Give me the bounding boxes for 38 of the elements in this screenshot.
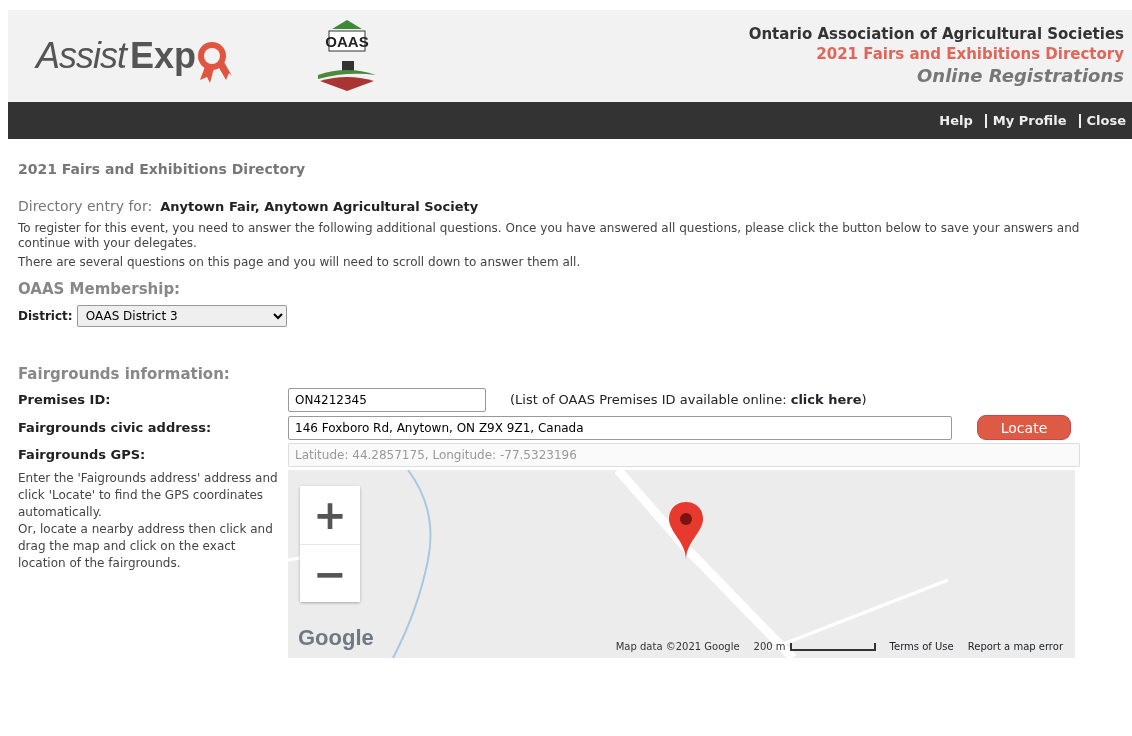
partner-logo: OAAS <box>312 17 383 95</box>
nav-link[interactable]: My Profile <box>992 110 1067 131</box>
zoom-out-button[interactable]: − <box>300 544 360 602</box>
subtitle: Online Registrations <box>916 64 1124 88</box>
help-text: Enter the 'Faigrounds address' address and click 'Locate' to find the GPS coordinates automatically. <box>18 470 279 521</box>
premises-field[interactable]: ON4212345 <box>288 388 486 412</box>
nav-link[interactable]: Close <box>1086 110 1126 131</box>
logo-text: Exp <box>130 34 197 78</box>
gps-field: Latitude: 44.2857175, Longitude: -77.5323196 <box>288 443 1080 467</box>
section-heading: Fairgrounds information: <box>18 363 231 385</box>
zoom-in-button[interactable]: + <box>300 486 360 544</box>
entry-value: Anytown Fair, Anytown Agricultural Society <box>160 198 479 216</box>
map-attribution: Map data ©2021 Google <box>615 640 740 654</box>
map-brand: Google <box>298 624 374 652</box>
premises-note: (List of OAAS Premises ID available online: click here) <box>510 391 867 410</box>
field-label: Fairgrounds GPS: <box>18 446 147 465</box>
help-text: Or, locate a nearby address then click and drag the map and click on the exact location of the fairgrounds. <box>18 521 274 572</box>
report-link[interactable]: Report a map error <box>967 639 1063 654</box>
rosette-icon <box>196 40 233 84</box>
locate-button[interactable]: Locate <box>977 415 1071 440</box>
nav-link[interactable]: Help <box>939 110 973 131</box>
scale-bar-icon <box>789 642 876 651</box>
scale-label: 200 m <box>753 640 786 654</box>
field-label: Fairgrounds civic address: <box>18 418 213 437</box>
terms-link[interactable]: Terms of Use <box>889 639 954 654</box>
org-name: Ontario Association of Agricultural Societies <box>748 24 1124 44</box>
directory-title: 2021 Fairs and Exhibitions Directory <box>815 44 1124 64</box>
click-here-link[interactable]: click here <box>790 392 862 408</box>
district-select[interactable]: OAAS District 3 <box>76 304 287 327</box>
entry-label: Directory entry for: <box>18 197 153 216</box>
intro-text: To register for this event, you need to answer the following additional questions. Once you have answered all questions, please click the button below to save your answers and continue with your delegates. <box>18 221 1081 251</box>
page-title: 2021 Fairs and Exhibitions Directory <box>18 160 307 179</box>
section-heading: OAAS Membership: <box>18 279 182 300</box>
field-label: District: <box>18 307 73 325</box>
address-field[interactable]: 146 Foxboro Rd, Anytown, ON Z9X 9Z1, Canada <box>288 415 952 440</box>
intro-text: There are several questions on this page and you will need to scroll down to answer them all. <box>18 255 582 270</box>
logo-text: Assist <box>36 34 126 78</box>
field-label: Premises ID: <box>18 391 112 410</box>
